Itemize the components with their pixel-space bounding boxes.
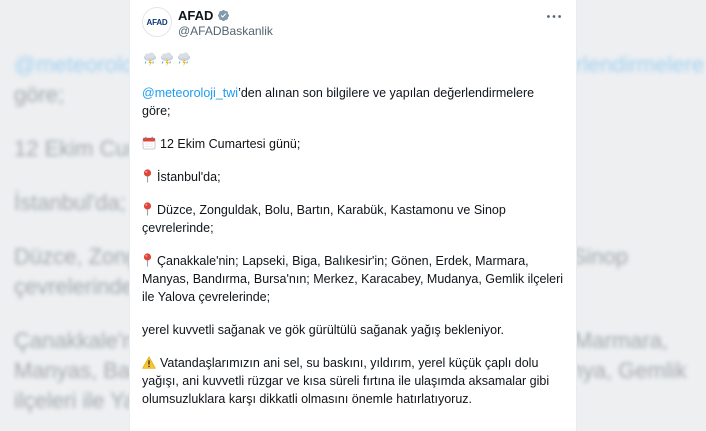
- source-paragraph: @meteoroloji_twi’den alınan son bilgiler…: [142, 84, 566, 120]
- istanbul-paragraph: İstanbul'da;: [142, 168, 566, 186]
- calendar-icon: [142, 136, 156, 150]
- warning-text: Vatandaşlarımızın ani sel, su baskını, y…: [142, 356, 550, 406]
- round-pushpin-icon: [143, 202, 152, 216]
- tweet-header: AFAD AFAD @AFADBaskanlik: [130, 0, 576, 44]
- istanbul-text: İstanbul'da;: [157, 170, 221, 184]
- forecast-paragraph: yerel kuvvetli sağanak ve gök gürültülü …: [142, 323, 505, 337]
- date-paragraph: 12 Ekim Cumartesi günü;: [142, 135, 566, 153]
- more-options-icon[interactable]: [544, 8, 564, 24]
- author-name-row: AFAD: [178, 8, 230, 23]
- mention-link[interactable]: @meteoroloji_twi: [142, 86, 238, 100]
- tweet-body: @meteoroloji_twi’den alınan son bilgiler…: [142, 48, 566, 408]
- verified-badge-icon: [217, 9, 230, 22]
- region1-paragraph: Düzce, Zonguldak, Bolu, Bartın, Karabük,…: [142, 201, 566, 237]
- region1-text: Düzce, Zonguldak, Bolu, Bartın, Karabük,…: [142, 203, 506, 235]
- thunderstorm-cloud-icon: [178, 52, 190, 67]
- avatar[interactable]: AFAD: [142, 7, 172, 37]
- region2-text: Çanakkale'nin; Lapseki, Biga, Balıkesir'…: [142, 254, 564, 304]
- round-pushpin-icon: [143, 253, 152, 267]
- date-text: 12 Ekim Cumartesi günü;: [160, 137, 301, 151]
- author-name[interactable]: AFAD: [178, 8, 213, 23]
- round-pushpin-icon: [143, 169, 152, 183]
- thunderstorm-cloud-icon: [161, 52, 173, 67]
- tweet-card: AFAD AFAD @AFADBaskanlik @meteoroloji_tw…: [129, 0, 577, 431]
- storm-emoji-row: [142, 48, 566, 70]
- thunderstorm-cloud-icon: [144, 52, 156, 67]
- author-handle[interactable]: @AFADBaskanlik: [178, 24, 273, 38]
- region2-paragraph: Çanakkale'nin; Lapseki, Biga, Balıkesir'…: [142, 252, 566, 306]
- warning-paragraph: Vatandaşlarımızın ani sel, su baskını, y…: [142, 354, 566, 408]
- avatar-logo-text: AFAD: [146, 17, 168, 27]
- warning-icon: [142, 356, 156, 369]
